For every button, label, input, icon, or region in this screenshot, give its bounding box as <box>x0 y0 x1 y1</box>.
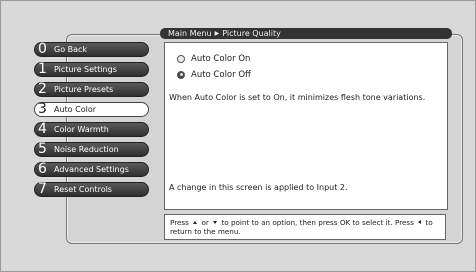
menu-item-auto-color[interactable]: 3 Auto Color <box>34 102 149 117</box>
menu-label: Color Warmth <box>54 125 109 134</box>
breadcrumb: Main Menu ▶ Picture Quality <box>160 28 452 39</box>
menu-number: 2 <box>38 81 47 97</box>
menu-number: 3 <box>38 101 47 117</box>
input-note: A change in this screen is applied to In… <box>169 183 348 192</box>
left-arrow-icon <box>418 220 422 224</box>
menu-number: 1 <box>38 61 47 77</box>
menu-number: 0 <box>38 41 47 57</box>
option-auto-color-off[interactable]: Auto Color Off <box>177 69 251 81</box>
option-description: When Auto Color is set to On, it minimiz… <box>169 93 426 102</box>
down-arrow-icon <box>213 221 218 224</box>
menu-number: 7 <box>38 181 47 197</box>
radio-button-selected-icon[interactable] <box>177 71 185 79</box>
help-or: or <box>201 218 209 227</box>
menu-label: Reset Controls <box>54 185 112 194</box>
menu-item-noise-reduction[interactable]: 5 Noise Reduction <box>34 142 149 157</box>
menu-label: Picture Presets <box>54 85 114 94</box>
breadcrumb-root: Main Menu <box>168 29 212 38</box>
option-label: Auto Color Off <box>191 70 251 80</box>
menu-number: 6 <box>38 161 47 177</box>
help-point: to point to an option, then press OK to … <box>221 218 414 227</box>
option-auto-color-on[interactable]: Auto Color On <box>177 53 250 65</box>
content-area: Auto Color On Auto Color Off When Auto C… <box>164 42 448 210</box>
menu-item-picture-presets[interactable]: 2 Picture Presets <box>34 82 149 97</box>
breadcrumb-arrow-icon: ▶ <box>214 30 220 37</box>
menu-label: Go Back <box>54 45 88 54</box>
radio-button-icon[interactable] <box>177 55 185 63</box>
breadcrumb-current: Picture Quality <box>222 29 281 38</box>
menu-number: 4 <box>38 121 47 137</box>
menu-item-go-back[interactable]: 0 Go Back <box>34 42 149 57</box>
help-text: Press or to point to an option, then pre… <box>164 214 446 240</box>
help-press: Press <box>170 218 189 227</box>
option-label: Auto Color On <box>191 54 251 64</box>
menu-item-reset-controls[interactable]: 7 Reset Controls <box>34 182 149 197</box>
menu-item-advanced-settings[interactable]: 6 Advanced Settings <box>34 162 149 177</box>
menu-item-color-warmth[interactable]: 4 Color Warmth <box>34 122 149 137</box>
menu-number: 5 <box>38 141 47 157</box>
menu-label: Picture Settings <box>54 65 117 74</box>
up-arrow-icon <box>193 221 198 224</box>
menu-label: Noise Reduction <box>54 145 119 154</box>
menu-label: Advanced Settings <box>54 165 129 174</box>
menu-item-picture-settings[interactable]: 1 Picture Settings <box>34 62 149 77</box>
menu-label: Auto Color <box>54 105 97 114</box>
